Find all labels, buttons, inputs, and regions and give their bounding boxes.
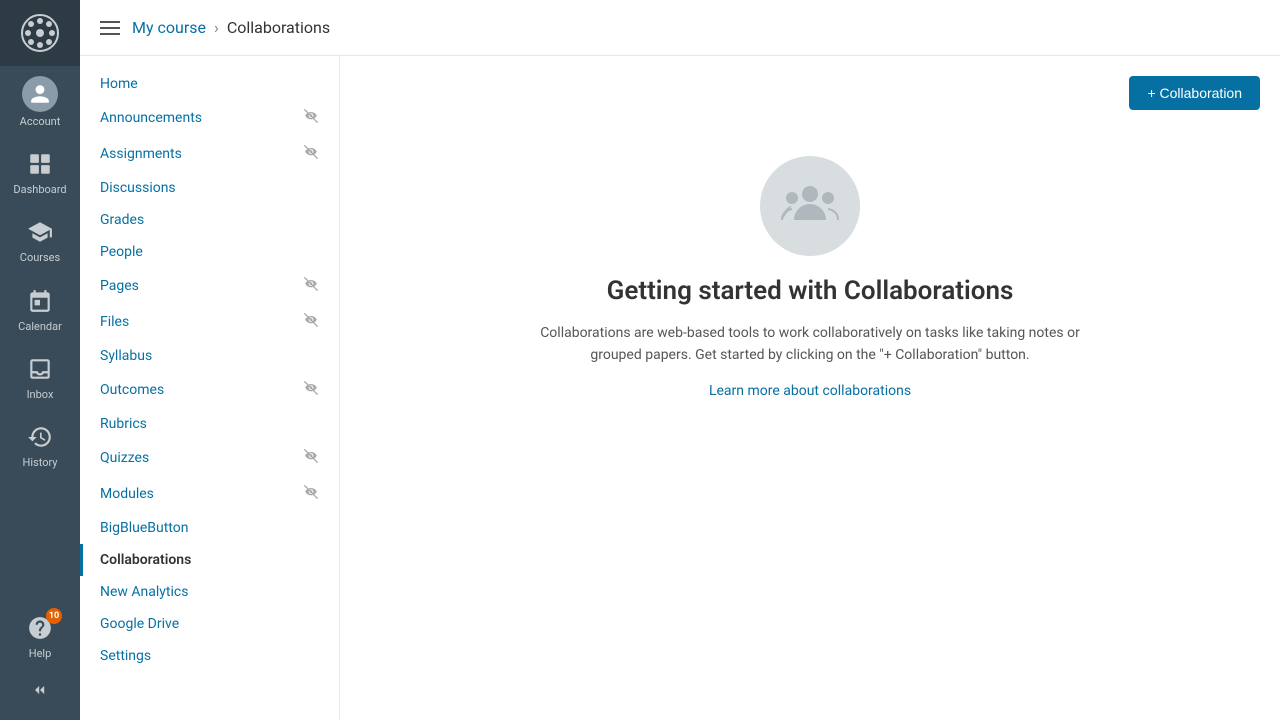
- course-nav-item-google-drive[interactable]: Google Drive: [80, 608, 339, 640]
- course-nav-label-discussions: Discussions: [100, 180, 176, 196]
- course-nav-item-files[interactable]: Files: [80, 304, 339, 340]
- inbox-icon: [24, 353, 56, 385]
- learn-more-link[interactable]: Learn more about collaborations: [709, 383, 911, 399]
- courses-icon: [24, 216, 56, 248]
- course-nav-label-files: Files: [100, 314, 129, 330]
- nav-item-courses[interactable]: Courses: [0, 206, 80, 274]
- breadcrumb: My course › Collaborations: [132, 18, 330, 37]
- inbox-label: Inbox: [27, 388, 54, 401]
- course-nav-label-bigbluebutton: BigBlueButton: [100, 520, 188, 536]
- account-avatar: [22, 76, 58, 112]
- course-nav-item-collaborations[interactable]: Collaborations: [80, 544, 339, 576]
- course-nav-label-modules: Modules: [100, 486, 154, 502]
- breadcrumb-current: Collaborations: [227, 18, 330, 37]
- course-nav-item-people[interactable]: People: [80, 236, 339, 268]
- course-nav-label-people: People: [100, 244, 143, 260]
- dashboard-label: Dashboard: [13, 183, 66, 196]
- nav-item-inbox[interactable]: Inbox: [0, 343, 80, 411]
- help-icon: 10: [24, 612, 56, 644]
- help-badge-count: 10: [46, 608, 62, 624]
- global-nav-bottom: 10 Help: [0, 602, 80, 720]
- history-icon: [24, 421, 56, 453]
- course-nav-label-collaborations: Collaborations: [100, 552, 191, 568]
- page-description: Collaborations are web-based tools to wo…: [530, 322, 1090, 367]
- course-nav-label-announcements: Announcements: [100, 110, 202, 126]
- breadcrumb-parent[interactable]: My course: [132, 18, 206, 37]
- course-nav-label-google-drive: Google Drive: [100, 616, 179, 632]
- dashboard-icon: [24, 148, 56, 180]
- account-label: Account: [20, 115, 61, 128]
- course-nav-item-announcements[interactable]: Announcements: [80, 100, 339, 136]
- courses-label: Courses: [20, 251, 60, 264]
- collapse-nav-button[interactable]: [0, 670, 80, 710]
- content-area: Home Announcements Assignments Discussions G…: [80, 56, 1280, 720]
- course-nav-label-assignments: Assignments: [100, 146, 182, 162]
- course-nav-item-syllabus[interactable]: Syllabus: [80, 340, 339, 372]
- eye-icon-announcements[interactable]: [303, 108, 319, 128]
- eye-icon-assignments[interactable]: [303, 144, 319, 164]
- course-nav-label-outcomes: Outcomes: [100, 382, 164, 398]
- course-nav-item-new-analytics[interactable]: New Analytics: [80, 576, 339, 608]
- eye-icon-pages[interactable]: [303, 276, 319, 296]
- eye-icon-files[interactable]: [303, 312, 319, 332]
- breadcrumb-separator: ›: [214, 18, 219, 37]
- course-nav-item-modules[interactable]: Modules: [80, 476, 339, 512]
- course-nav-item-home[interactable]: Home: [80, 68, 339, 100]
- help-label: Help: [29, 647, 52, 660]
- add-collaboration-button[interactable]: + Collaboration: [1129, 76, 1260, 110]
- hamburger-menu[interactable]: [100, 21, 120, 35]
- canvas-logo[interactable]: [0, 0, 80, 66]
- course-nav-item-grades[interactable]: Grades: [80, 204, 339, 236]
- page-title: Getting started with Collaborations: [607, 276, 1014, 306]
- calendar-label: Calendar: [18, 320, 62, 333]
- collab-icon-circle: [760, 156, 860, 256]
- eye-icon-outcomes[interactable]: [303, 380, 319, 400]
- course-nav-label-settings: Settings: [100, 648, 151, 664]
- course-nav-item-rubrics[interactable]: Rubrics: [80, 408, 339, 440]
- eye-icon-modules[interactable]: [303, 484, 319, 504]
- course-nav: Home Announcements Assignments Discussions G…: [80, 56, 340, 720]
- nav-item-history[interactable]: History: [0, 411, 80, 479]
- course-nav-item-outcomes[interactable]: Outcomes: [80, 372, 339, 408]
- course-nav-label-quizzes: Quizzes: [100, 450, 149, 466]
- course-nav-label-rubrics: Rubrics: [100, 416, 147, 432]
- course-nav-item-settings[interactable]: Settings: [80, 640, 339, 672]
- nav-item-account[interactable]: Account: [0, 66, 80, 138]
- course-nav-label-pages: Pages: [100, 278, 139, 294]
- global-nav: Account Dashboard Courses Calend: [0, 0, 80, 720]
- course-nav-item-assignments[interactable]: Assignments: [80, 136, 339, 172]
- nav-item-calendar[interactable]: Calendar: [0, 275, 80, 343]
- collaboration-group-icon: [780, 176, 840, 236]
- course-nav-label-grades: Grades: [100, 212, 144, 228]
- course-nav-item-pages[interactable]: Pages: [80, 268, 339, 304]
- course-nav-item-bigbluebutton[interactable]: BigBlueButton: [80, 512, 339, 544]
- course-nav-item-quizzes[interactable]: Quizzes: [80, 440, 339, 476]
- calendar-icon: [24, 285, 56, 317]
- collab-illustration: [760, 156, 860, 256]
- course-nav-label-syllabus: Syllabus: [100, 348, 152, 364]
- page-content: + Collaboration Getting started wi: [340, 56, 1280, 720]
- nav-item-help[interactable]: 10 Help: [0, 602, 80, 670]
- main-area: My course › Collaborations Home Announcem…: [80, 0, 1280, 720]
- course-nav-label-new-analytics: New Analytics: [100, 584, 188, 600]
- course-nav-label-home: Home: [100, 76, 138, 92]
- eye-icon-quizzes[interactable]: [303, 448, 319, 468]
- course-nav-item-discussions[interactable]: Discussions: [80, 172, 339, 204]
- top-bar: My course › Collaborations: [80, 0, 1280, 56]
- history-label: History: [23, 456, 58, 469]
- nav-item-dashboard[interactable]: Dashboard: [0, 138, 80, 206]
